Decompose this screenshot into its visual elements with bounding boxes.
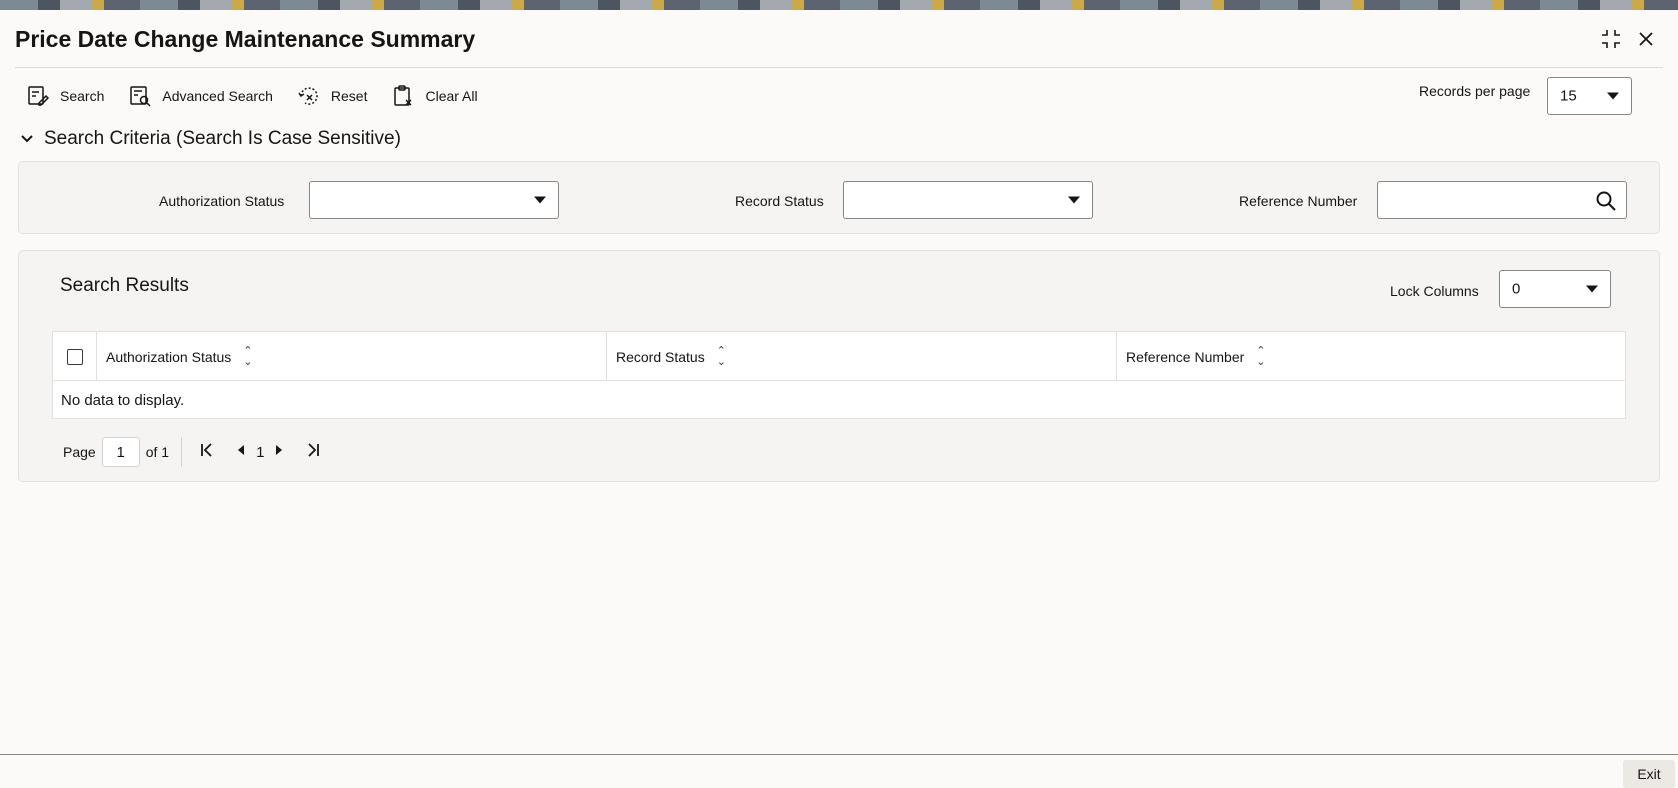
title-divider (15, 67, 1663, 68)
record-status-label: Record Status (735, 193, 824, 209)
current-page-number: 1 (256, 443, 265, 461)
table-header-row: Authorization Status ⌃ ⌄ Record Status ⌃ ⌄… (53, 332, 1625, 381)
empty-table-message: No data to display. (61, 392, 185, 409)
lock-columns-select[interactable]: 0 (1499, 270, 1611, 308)
records-per-page-select[interactable]: 15 (1547, 77, 1632, 115)
previous-page-icon[interactable] (230, 443, 252, 461)
toolbar: Search Advanced Search Reset Clear All (26, 80, 478, 112)
reference-number-input[interactable] (1377, 181, 1627, 219)
authorization-status-select[interactable] (309, 181, 559, 219)
records-per-page-label: Records per page (1419, 83, 1531, 99)
select-all-cell (53, 332, 97, 381)
sort-icon[interactable]: ⌃ ⌄ (1256, 345, 1265, 368)
search-results-title: Search Results (60, 275, 189, 296)
column-header-label: Authorization Status (106, 348, 232, 365)
lock-columns-label: Lock Columns (1390, 283, 1479, 299)
chevron-down-icon (21, 135, 33, 143)
results-table: Authorization Status ⌃ ⌄ Record Status ⌃ ⌄… (52, 331, 1626, 419)
advanced-search-icon (130, 86, 151, 107)
clipboard-clear-icon (394, 85, 412, 106)
footer-divider (0, 754, 1678, 755)
record-status-select[interactable] (843, 181, 1093, 219)
chevron-down-icon (534, 196, 546, 204)
chevron-down-icon (1586, 285, 1598, 293)
column-header-label: Record Status (616, 348, 705, 365)
clear-all-button[interactable]: Clear All (391, 84, 478, 108)
select-all-checkbox[interactable] (67, 348, 83, 365)
reset-button[interactable]: Reset (297, 84, 368, 108)
pagination: Page 1 of 1 1 (63, 437, 326, 467)
search-doc-icon (28, 86, 50, 106)
reference-number-label: Reference Number (1239, 193, 1358, 209)
header-banner (0, 0, 1678, 10)
search-icon[interactable] (1595, 190, 1617, 212)
sort-icon[interactable]: ⌃ ⌄ (243, 345, 252, 368)
page-count-label: of 1 (145, 444, 170, 460)
clear-all-button-label: Clear All (425, 88, 478, 104)
chevron-down-icon (1607, 92, 1619, 100)
lock-columns-value: 0 (1512, 280, 1521, 298)
title-bar: Price Date Change Maintenance Summary (0, 10, 1678, 68)
exit-button[interactable]: Exit (1623, 760, 1675, 788)
records-per-page-value: 15 (1560, 87, 1577, 105)
next-page-icon[interactable] (268, 443, 290, 461)
column-header-reference-number[interactable]: Reference Number ⌃ ⌄ (1117, 332, 1625, 381)
first-page-icon[interactable] (194, 442, 220, 462)
search-button[interactable]: Search (26, 84, 104, 108)
chevron-down-icon (1068, 196, 1080, 204)
reset-icon (298, 87, 318, 105)
maximize-icon[interactable] (1596, 24, 1626, 54)
search-criteria-title: Search Criteria (Search Is Case Sensitiv… (44, 128, 401, 149)
column-header-record-status[interactable]: Record Status ⌃ ⌄ (607, 332, 1117, 381)
column-header-label: Reference Number (1126, 348, 1245, 365)
advanced-search-button[interactable]: Advanced Search (128, 84, 273, 108)
page-number-input-value: 1 (116, 443, 125, 461)
search-criteria-toggle[interactable]: Search Criteria (Search Is Case Sensitiv… (20, 128, 401, 150)
authorization-status-label: Authorization Status (159, 193, 285, 209)
close-icon[interactable] (1631, 24, 1661, 54)
pagination-divider (181, 437, 183, 467)
last-page-icon[interactable] (300, 442, 326, 462)
search-criteria-panel: Authorization Status Record Status Refer… (18, 161, 1660, 234)
reset-button-label: Reset (330, 88, 368, 104)
search-button-label: Search (60, 88, 105, 104)
page-title: Price Date Change Maintenance Summary (15, 26, 476, 52)
page-number-input[interactable]: 1 (101, 437, 140, 467)
page-label: Page (63, 444, 96, 460)
search-results-panel: Search Results Lock Columns 0 Authorizat… (18, 250, 1660, 482)
advanced-search-button-label: Advanced Search (162, 88, 273, 104)
column-header-authorization-status[interactable]: Authorization Status ⌃ ⌄ (97, 332, 607, 381)
sort-icon[interactable]: ⌃ ⌄ (717, 345, 726, 368)
